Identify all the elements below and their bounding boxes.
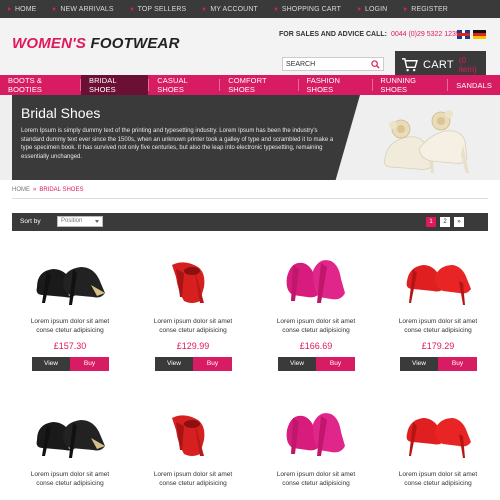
cart-label: CART bbox=[422, 58, 454, 71]
top-link-shopping-cart[interactable]: SHOPPING CART bbox=[274, 6, 341, 13]
page-1[interactable]: 1 bbox=[426, 217, 436, 227]
pagination: 1 2 » bbox=[422, 217, 464, 227]
view-button[interactable]: View bbox=[155, 357, 193, 371]
top-link-new-arrivals[interactable]: NEW ARRIVALS bbox=[53, 6, 114, 13]
product-price: £179.29 bbox=[421, 341, 455, 351]
arrow-icon bbox=[130, 7, 134, 11]
nav-item-comfort-shoes[interactable]: COMFORT SHOES bbox=[220, 75, 297, 95]
product-name[interactable]: Lorem ipsum dolor sit amet conse ctetur a… bbox=[15, 317, 125, 335]
page-title: Bridal Shoes bbox=[21, 105, 101, 121]
page-2[interactable]: 2 bbox=[440, 217, 450, 227]
search-input[interactable] bbox=[286, 60, 366, 69]
product-image[interactable] bbox=[148, 247, 238, 311]
top-link-login[interactable]: LOGIN bbox=[358, 6, 387, 13]
product-image[interactable] bbox=[25, 247, 115, 311]
sort-select[interactable]: Position bbox=[57, 216, 103, 227]
product-card: Lorem ipsum dolor sit amet conse ctetur a… bbox=[271, 400, 361, 487]
cart-button[interactable]: CART (0 item) bbox=[395, 51, 486, 78]
nav-item-fashion-shoes[interactable]: FASHION SHOES bbox=[298, 75, 371, 95]
top-link-my-account[interactable]: MY ACCOUNT bbox=[203, 6, 258, 13]
product-name[interactable]: Lorem ipsum dolor sit amet conse ctetur a… bbox=[383, 317, 493, 335]
buy-button[interactable]: Buy bbox=[316, 357, 355, 371]
breadcrumb: HOME» BRIDAL SHOES bbox=[12, 187, 83, 193]
product-name[interactable]: Lorem ipsum dolor sit amet conse ctetur a… bbox=[138, 317, 248, 335]
product-actions: View Buy bbox=[32, 357, 109, 371]
uk-flag-icon[interactable] bbox=[457, 30, 470, 39]
product-image[interactable] bbox=[271, 247, 361, 311]
page-next[interactable]: » bbox=[454, 217, 464, 227]
nav-item-boots-booties[interactable]: BOOTS & BOOTIES bbox=[0, 75, 80, 95]
product-name[interactable]: Lorem ipsum dolor sit amet conse ctetur a… bbox=[138, 470, 248, 488]
product-card: Lorem ipsum dolor sit amet conse ctetur a… bbox=[148, 247, 238, 371]
divider bbox=[12, 198, 488, 199]
product-card: Lorem ipsum dolor sit amet conse ctetur a… bbox=[393, 400, 483, 487]
cart-count: (0 item) bbox=[458, 55, 477, 74]
arrow-icon bbox=[8, 7, 11, 11]
nav-item-running-shoes[interactable]: RUNNING SHOES bbox=[372, 75, 447, 95]
banner-description: Lorem Ipsum is simply dummy text of the … bbox=[21, 128, 334, 160]
search-box bbox=[282, 57, 384, 71]
product-name[interactable]: Lorem ipsum dolor sit amet conse ctetur a… bbox=[15, 470, 125, 488]
sales-advice: FOR SALES AND ADVICE CALL: 0044 (0)29 53… bbox=[279, 31, 460, 38]
category-banner: Bridal Shoes Lorem Ipsum is simply dummy… bbox=[0, 95, 500, 180]
arrow-icon bbox=[203, 7, 207, 11]
product-name[interactable]: Lorem ipsum dolor sit amet conse ctetur a… bbox=[261, 470, 371, 488]
product-actions: View Buy bbox=[155, 357, 232, 371]
product-card: Lorem ipsum dolor sit amet conse ctetur a… bbox=[393, 247, 483, 371]
main-nav: BOOTS & BOOTIES BRIDAL SHOES CASUAL SHOE… bbox=[0, 75, 500, 95]
product-card: Lorem ipsum dolor sit amet conse ctetur a… bbox=[25, 400, 115, 487]
search-icon[interactable] bbox=[371, 60, 380, 69]
product-price: £166.69 bbox=[299, 341, 333, 351]
product-actions: View Buy bbox=[278, 357, 355, 371]
cart-icon bbox=[401, 58, 418, 72]
sort-label: Sort by bbox=[20, 218, 41, 225]
view-button[interactable]: View bbox=[32, 357, 70, 371]
product-image[interactable] bbox=[393, 247, 483, 311]
product-price: £157.30 bbox=[53, 341, 87, 351]
bridal-shoes-image bbox=[384, 110, 469, 173]
arrow-icon bbox=[358, 7, 361, 11]
product-image[interactable] bbox=[393, 400, 483, 464]
product-card: Lorem ipsum dolor sit amet conse ctetur a… bbox=[148, 400, 238, 487]
header: WOMEN'S FOOTWEAR FOR SALES AND ADVICE CA… bbox=[0, 18, 500, 78]
product-image[interactable] bbox=[271, 400, 361, 464]
product-image[interactable] bbox=[25, 400, 115, 464]
product-name[interactable]: Lorem ipsum dolor sit amet conse ctetur a… bbox=[261, 317, 371, 335]
buy-button[interactable]: Buy bbox=[193, 357, 232, 371]
top-link-register[interactable]: REGISTER bbox=[404, 6, 448, 13]
breadcrumb-separator: » bbox=[33, 187, 37, 193]
top-bar: HOME NEW ARRIVALS TOP SELLERS MY ACCOUNT… bbox=[0, 0, 500, 18]
product-name[interactable]: Lorem ipsum dolor sit amet conse ctetur a… bbox=[383, 470, 493, 488]
buy-button[interactable]: Buy bbox=[70, 357, 109, 371]
arrow-icon bbox=[274, 7, 278, 11]
nav-item-sandals[interactable]: SANDALS bbox=[448, 75, 500, 95]
view-button[interactable]: View bbox=[278, 357, 316, 371]
germany-flag-icon[interactable] bbox=[473, 30, 486, 39]
top-link-home[interactable]: HOME bbox=[8, 6, 36, 13]
product-price: £129.99 bbox=[176, 341, 210, 351]
nav-item-bridal-shoes[interactable]: BRIDAL SHOES bbox=[80, 75, 149, 95]
arrow-icon bbox=[404, 7, 408, 11]
breadcrumb-current: BRIDAL SHOES bbox=[39, 187, 84, 193]
nav-item-casual-shoes[interactable]: CASUAL SHOES bbox=[149, 75, 219, 95]
top-link-top-sellers[interactable]: TOP SELLERS bbox=[130, 6, 187, 13]
view-button[interactable]: View bbox=[400, 357, 438, 371]
product-image[interactable] bbox=[148, 400, 238, 464]
phone-number: 0044 (0)29 5322 1235 bbox=[390, 31, 460, 38]
product-actions: View Buy bbox=[400, 357, 477, 371]
buy-button[interactable]: Buy bbox=[438, 357, 477, 371]
arrow-icon bbox=[53, 7, 57, 11]
chevron-down-icon bbox=[95, 220, 99, 223]
site-logo[interactable]: WOMEN'S FOOTWEAR bbox=[12, 35, 180, 52]
product-card: Lorem ipsum dolor sit amet conse ctetur a… bbox=[25, 247, 115, 371]
product-card: Lorem ipsum dolor sit amet conse ctetur a… bbox=[271, 247, 361, 371]
breadcrumb-home[interactable]: HOME bbox=[12, 187, 30, 193]
sort-toolbar: Sort by Position 1 2 » bbox=[12, 213, 488, 231]
